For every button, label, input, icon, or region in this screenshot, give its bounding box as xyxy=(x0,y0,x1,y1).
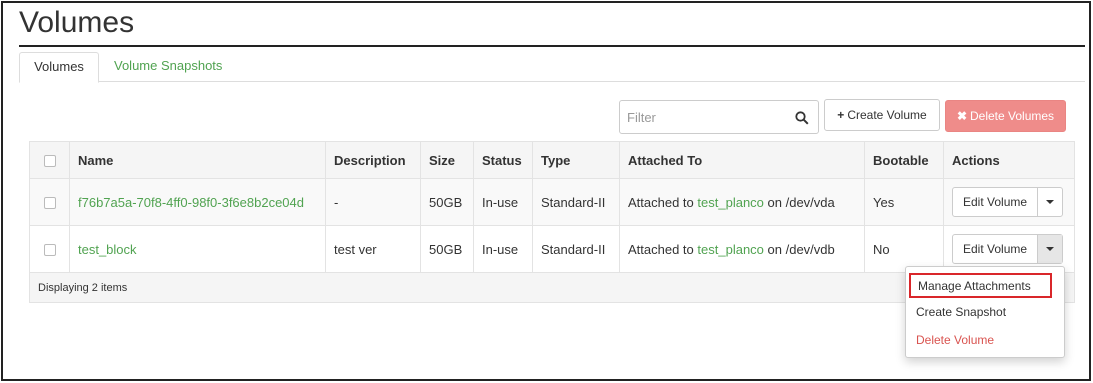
row-actions-dropdown: Manage Attachments Create Snapshot Delet… xyxy=(905,266,1065,358)
volume-attached-to: Attached to test_planco on /dev/vda xyxy=(619,178,865,226)
col-type[interactable]: Type xyxy=(532,141,620,179)
attached-device: on /dev/vdb xyxy=(767,241,835,257)
select-all-checkbox[interactable] xyxy=(43,155,56,168)
col-description[interactable]: Description xyxy=(325,141,421,179)
tab-volume-snapshots[interactable]: Volume Snapshots xyxy=(114,52,222,82)
search-icon[interactable] xyxy=(795,111,809,125)
more-actions-toggle[interactable] xyxy=(1038,235,1063,263)
create-volume-label: Create Volume xyxy=(847,108,927,122)
attached-instance-link[interactable]: test_planco xyxy=(697,195,764,210)
chevron-down-icon xyxy=(1046,247,1055,251)
volume-name-link[interactable]: f76b7a5a-70f8-4ff0-98f0-3f6e8b2ce04d xyxy=(69,178,326,226)
create-volume-button[interactable]: + Create Volume xyxy=(824,99,940,131)
volume-attached-to: Attached to test_planco on /dev/vdb xyxy=(619,225,865,273)
col-size[interactable]: Size xyxy=(420,141,474,179)
edit-volume-button[interactable]: Edit Volume xyxy=(953,188,1039,216)
volume-size: 50GB xyxy=(420,225,474,273)
tab-bar: Volumes Volume Snapshots xyxy=(19,52,1085,83)
row-select-cell xyxy=(29,178,70,226)
menu-item-create-snapshot[interactable]: Create Snapshot xyxy=(916,305,1006,319)
row-action-group: Edit Volume xyxy=(952,234,1064,264)
edit-volume-button[interactable]: Edit Volume xyxy=(953,235,1039,263)
attached-device: on /dev/vda xyxy=(767,194,835,210)
menu-item-manage-attachments[interactable]: Manage Attachments xyxy=(909,273,1052,298)
delete-volumes-label: Delete Volumes xyxy=(970,109,1055,123)
col-actions: Actions xyxy=(943,141,1075,179)
volume-name-link[interactable]: test_block xyxy=(69,225,326,273)
table-row: f76b7a5a-70f8-4ff0-98f0-3f6e8b2ce04d - 5… xyxy=(29,178,1075,226)
attached-prefix: Attached to xyxy=(628,241,694,257)
filter-input[interactable] xyxy=(625,102,790,132)
col-attached-to[interactable]: Attached To xyxy=(619,141,865,179)
row-actions-cell: Edit Volume xyxy=(943,178,1075,226)
col-status[interactable]: Status xyxy=(473,141,533,179)
volume-size: 50GB xyxy=(420,178,474,226)
row-checkbox[interactable] xyxy=(43,197,56,210)
select-all-cell xyxy=(29,141,70,179)
volume-status: In-use xyxy=(473,178,533,226)
attached-prefix: Attached to xyxy=(628,194,694,210)
menu-item-delete-volume[interactable]: Delete Volume xyxy=(916,333,994,347)
page-title: Volumes xyxy=(19,6,135,39)
volume-type: Standard-II xyxy=(532,178,620,226)
plus-icon: + xyxy=(837,108,845,122)
filter-field[interactable] xyxy=(619,100,819,134)
close-icon: ✖ xyxy=(956,109,967,123)
tab-volumes[interactable]: Volumes xyxy=(19,52,99,83)
col-bootable[interactable]: Bootable xyxy=(864,141,944,179)
attached-instance-link[interactable]: test_planco xyxy=(697,242,764,257)
table-header-row: Name Description Size Status Type Attach… xyxy=(29,141,1075,179)
volume-status: In-use xyxy=(473,225,533,273)
row-action-group: Edit Volume xyxy=(952,187,1064,217)
col-name[interactable]: Name xyxy=(69,141,326,179)
title-divider xyxy=(19,45,1085,47)
volume-description: test ver xyxy=(325,225,421,273)
volume-description: - xyxy=(325,178,421,226)
more-actions-toggle[interactable] xyxy=(1038,188,1062,216)
volume-bootable: Yes xyxy=(864,178,944,226)
volume-type: Standard-II xyxy=(532,225,620,273)
row-select-cell xyxy=(29,225,70,273)
row-checkbox[interactable] xyxy=(43,244,56,257)
delete-volumes-button[interactable]: ✖ Delete Volumes xyxy=(945,100,1066,132)
chevron-down-icon xyxy=(1046,200,1055,204)
